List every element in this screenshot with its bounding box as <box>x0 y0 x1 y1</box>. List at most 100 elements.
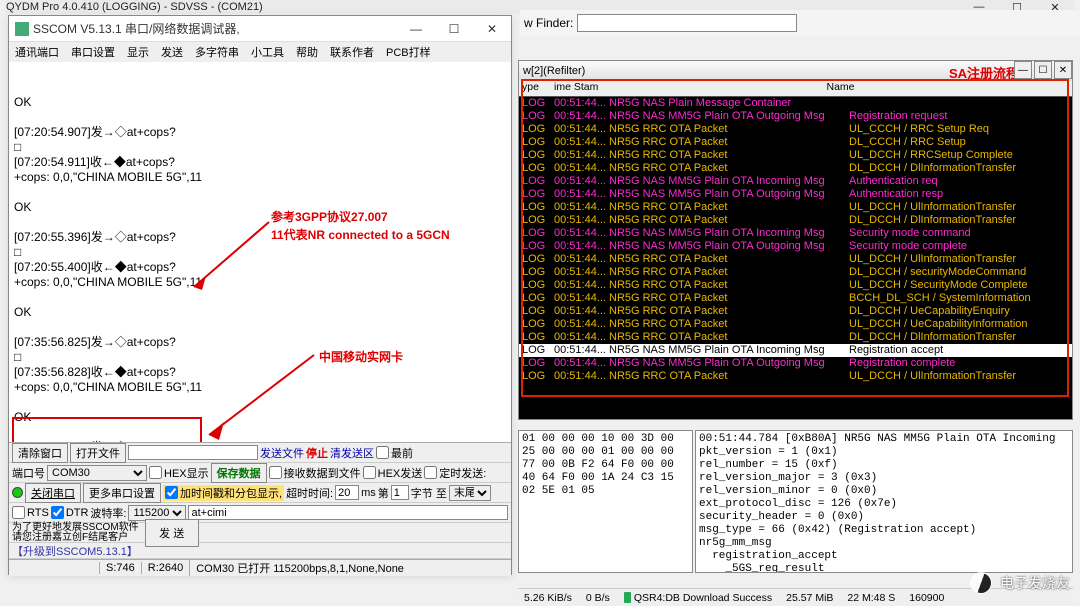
packet-header: ype ime Stam Name <box>519 81 1072 97</box>
status-bs: 0 B/s <box>586 592 610 604</box>
packet-row[interactable]: LOG00:51:44...NR5G RRC OTA PacketDL_DCCH… <box>519 162 1072 175</box>
more-settings-button[interactable]: 更多串口设置 <box>83 483 161 503</box>
terminal-line: □ <box>14 140 506 155</box>
menu-item[interactable]: 发送 <box>159 44 185 60</box>
close-port-button[interactable]: 关闭串口 <box>25 483 81 503</box>
sscom-close[interactable]: ✕ <box>473 16 511 42</box>
watermark: 电子发烧友 <box>970 572 1070 594</box>
packet-row[interactable]: LOG00:51:44...NR5G RRC OTA PacketUL_DCCH… <box>519 318 1072 331</box>
packet-row[interactable]: LOG00:51:44...NR5G RRC OTA PacketBCCH_DL… <box>519 292 1072 305</box>
clear-window-button[interactable]: 清除窗口 <box>12 443 68 463</box>
stop-link[interactable]: 停止 <box>306 445 328 461</box>
packet-row[interactable]: LOG00:51:44...NR5G NAS Plain Message Con… <box>519 97 1072 110</box>
packet-row[interactable]: LOG00:51:44...NR5G RRC OTA PacketUL_DCCH… <box>519 370 1072 383</box>
sscom-window: SSCOM V5.13.1 串口/网络数据调试器, — ☐ ✕ 通讯端口串口设置… <box>8 15 512 575</box>
open-file-button[interactable]: 打开文件 <box>70 443 126 463</box>
byte-start-input[interactable] <box>391 485 409 500</box>
byte-end-select[interactable]: 末尾 <box>449 485 491 501</box>
packet-rows[interactable]: LOG00:51:44...NR5G NAS Plain Message Con… <box>519 97 1072 419</box>
packet-row[interactable]: LOG00:51:44...NR5G NAS MM5G Plain OTA Ou… <box>519 240 1072 253</box>
qxdm-toolbar: w Finder: <box>520 10 1080 36</box>
packet-row[interactable]: LOG00:51:44...NR5G RRC OTA PacketDL_DCCH… <box>519 331 1072 344</box>
send-file-link[interactable]: 发送文件 <box>260 445 304 461</box>
timeout-input[interactable] <box>335 485 359 500</box>
terminal-line: [07:20:54.911]收←◆at+cops? <box>14 155 506 170</box>
sscom-title-bar: SSCOM V5.13.1 串口/网络数据调试器, — ☐ ✕ <box>9 16 511 42</box>
packet-row[interactable]: LOG00:51:44...NR5G RRC OTA PacketDL_DCCH… <box>519 214 1072 227</box>
dtr-checkbox[interactable]: DTR <box>51 506 89 519</box>
status-port: COM30 已打开 115200bps,8,1,None,None <box>189 560 410 576</box>
sscom-title: SSCOM V5.13.1 串口/网络数据调试器, <box>33 20 240 37</box>
packet-row[interactable]: LOG00:51:44...NR5G RRC OTA PacketUL_DCCH… <box>519 279 1072 292</box>
menu-item[interactable]: 多字符串 <box>193 44 241 60</box>
packet-row[interactable]: LOG00:51:44...NR5G NAS MM5G Plain OTA Ou… <box>519 188 1072 201</box>
terminal-line: +cops: 0,0,"CHINA MOBILE 5G",11 <box>14 170 506 185</box>
status-recv: R:2640 <box>141 562 189 574</box>
menu-item[interactable]: 帮助 <box>294 44 320 60</box>
status-sent: S:746 <box>99 562 141 574</box>
menu-item[interactable]: 小工具 <box>249 44 286 60</box>
packet-row[interactable]: LOG00:51:44...NR5G NAS MM5G Plain OTA In… <box>519 227 1072 240</box>
packet-max[interactable]: ☐ <box>1034 61 1052 79</box>
terminal-line: [07:20:54.907]发→◇at+cops? <box>14 125 506 140</box>
file-path-input[interactable] <box>128 445 258 460</box>
status-mib: 25.57 MiB <box>786 592 833 604</box>
sscom-min[interactable]: — <box>397 16 435 42</box>
tip-text: 为了更好地发展SSCOM软件请您注册嘉立创F结尾客户 <box>12 523 139 543</box>
hex-send-checkbox[interactable]: HEX发送 <box>363 465 423 481</box>
usb-icon <box>624 592 631 603</box>
sa-annotation: SA注册流程 <box>949 63 1019 82</box>
packet-row[interactable]: LOG00:51:44...NR5G RRC OTA PacketDL_DCCH… <box>519 305 1072 318</box>
terminal-line: [07:35:56.825]发→◇at+cops? <box>14 335 506 350</box>
terminal-output[interactable]: OK [07:20:54.907]发→◇at+cops?□[07:20:54.9… <box>9 62 511 442</box>
annotation-3gpp-1: 参考3GPP协议27.007 <box>271 210 388 225</box>
annotation-sim: 中国移动实网卡 <box>319 350 403 365</box>
terminal-line <box>14 110 506 125</box>
port-select[interactable]: COM30 <box>47 465 147 481</box>
port-status-led <box>12 487 23 498</box>
packet-min[interactable]: — <box>1014 61 1032 79</box>
send-input[interactable] <box>188 505 508 520</box>
recv-to-file-checkbox[interactable]: 接收数据到文件 <box>269 465 361 481</box>
timestamp-checkbox[interactable]: 加时间戳和分包显示, <box>163 485 284 501</box>
menu-item[interactable]: PCB打样 <box>384 44 433 60</box>
packet-row[interactable]: LOG00:51:44...NR5G RRC OTA PacketUL_CCCH… <box>519 123 1072 136</box>
packet-row[interactable]: LOG00:51:44...NR5G RRC OTA PacketUL_DCCH… <box>519 149 1072 162</box>
timed-send-checkbox[interactable]: 定时发送: <box>424 465 486 481</box>
hex-display-checkbox[interactable]: HEX显示 <box>149 465 209 481</box>
menu-item[interactable]: 联系作者 <box>328 44 376 60</box>
packet-title-bar: w[2](Refilter) SA注册流程 — ☐ ✕ <box>519 61 1072 81</box>
packet-row[interactable]: LOG00:51:44...NR5G NAS MM5G Plain OTA In… <box>519 175 1072 188</box>
packet-row[interactable]: LOG00:51:44...NR5G NAS MM5G Plain OTA Ou… <box>519 110 1072 123</box>
packet-row[interactable]: LOG00:51:44...NR5G NAS MM5G Plain OTA Ou… <box>519 357 1072 370</box>
app-icon <box>15 22 29 36</box>
menu-item[interactable]: 通讯端口 <box>13 44 61 60</box>
decode-pane[interactable]: 00:51:44.784 [0xB80A] NR5G NAS MM5G Plai… <box>695 430 1073 573</box>
terminal-line: OK <box>14 305 506 320</box>
packet-row[interactable]: LOG00:51:44...NR5G RRC OTA PacketDL_CCCH… <box>519 136 1072 149</box>
hex-dump-pane[interactable]: 01 00 00 00 10 00 3D 00 25 00 00 00 01 0… <box>518 430 693 573</box>
packet-row[interactable]: LOG00:51:44...NR5G RRC OTA PacketUL_DCCH… <box>519 253 1072 266</box>
send-button[interactable]: 发 送 <box>145 519 199 547</box>
sscom-control-panel: 清除窗口 打开文件 发送文件 停止 清发送区 最前 端口号 COM30 HEX显… <box>9 442 511 559</box>
save-data-button[interactable]: 保存数据 <box>211 463 267 483</box>
upgrade-link[interactable]: 【升级到SSCOM5.13.1】 <box>12 543 138 559</box>
status-n: 160900 <box>909 592 944 604</box>
packet-row[interactable]: LOG00:51:44...NR5G RRC OTA PacketUL_DCCH… <box>519 201 1072 214</box>
annotation-3gpp-2: 11代表NR connected to a 5GCN <box>271 228 450 243</box>
arrow-icon <box>199 350 319 442</box>
rts-checkbox[interactable]: RTS <box>12 506 49 519</box>
packet-row[interactable]: LOG00:51:44...NR5G RRC OTA PacketDL_DCCH… <box>519 266 1072 279</box>
finder-input[interactable] <box>577 14 797 32</box>
status-time: 22 M:48 S <box>847 592 895 604</box>
topmost-checkbox[interactable]: 最前 <box>376 445 413 461</box>
sscom-max[interactable]: ☐ <box>435 16 473 42</box>
packet-close[interactable]: ✕ <box>1054 61 1072 79</box>
packet-row[interactable]: LOG00:51:44...NR5G NAS MM5G Plain OTA In… <box>519 344 1072 357</box>
menu-item[interactable]: 串口设置 <box>69 44 117 60</box>
timeout-label: 超时时间: <box>286 485 333 501</box>
logo-icon <box>967 569 995 597</box>
menu-item[interactable]: 显示 <box>125 44 151 60</box>
finder-label: w Finder: <box>524 16 573 30</box>
clear-send-link[interactable]: 清发送区 <box>330 445 374 461</box>
